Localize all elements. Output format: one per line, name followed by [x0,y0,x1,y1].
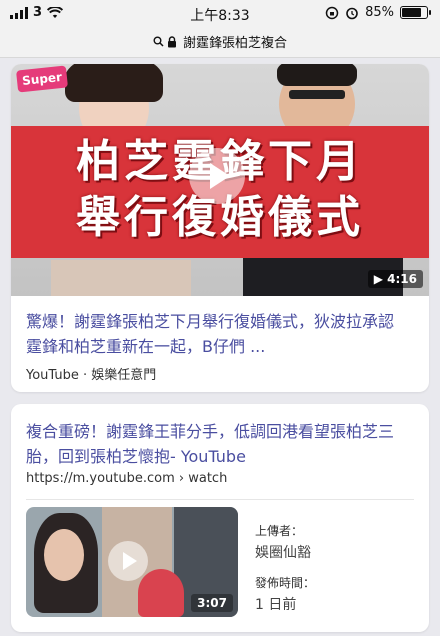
battery-percent: 85% [365,5,394,20]
uploader-name: 娛圈仙豁 [255,545,311,561]
address-bar[interactable]: 謝霆鋒張柏芝複合 [0,26,440,58]
thumb2-child [138,569,184,617]
address-query: 謝霆鋒張柏芝複合 [182,36,287,51]
play-small-icon: ▶ [373,272,388,286]
battery-icon [400,6,431,19]
result-source-1: YouTube · 娛樂任意門 [26,368,157,383]
result-title-2[interactable]: 複合重磅！謝霆鋒王菲分手，低調回港看望張柏芝三胎，回到張柏芝懷抱- YouTub… [26,419,416,469]
play-button-2[interactable] [108,541,148,581]
rotation-lock-icon [325,6,339,19]
result-url-2: https://m.youtube.com › watch [26,471,228,486]
result-title-1[interactable]: 驚爆！謝霆鋒張柏芝下月舉行復婚儀式，狄波拉承認霆鋒和柏芝重新在一起，B仔們 ..… [26,309,406,359]
search-result-video-1[interactable]: Super 柏芝霆鋒下月 舉行復婚儀式 ▶ 4:16 驚爆！謝霆鋒張柏芝下月舉行… [11,64,429,392]
video-thumbnail-1[interactable]: Super 柏芝霆鋒下月 舉行復婚儀式 ▶ 4:16 [11,64,429,296]
status-bar: 3 上午8:33 85% [0,0,440,26]
video-duration: ▶ 4:16 [367,270,423,288]
search-result-video-2[interactable]: 複合重磅！謝霆鋒王菲分手，低調回港看望張柏芝三胎，回到張柏芝懷抱- YouTub… [11,404,429,632]
video-duration-2: 3:07 [191,594,233,612]
status-right: 85% [325,5,431,20]
play-icon [210,163,230,189]
publish-time-label: 發佈時間： [255,576,316,590]
lock-icon [167,35,176,47]
play-button[interactable] [189,148,245,204]
video-thumbnail-2[interactable]: 3:07 [26,507,238,617]
duration-label: 4:16 [387,272,417,286]
divider [26,499,414,500]
publish-time: 1 日前 [255,597,297,613]
search-icon [153,36,164,47]
thumb2-left-skin [44,529,84,581]
play-icon-2 [123,552,137,570]
alarm-icon [346,7,358,19]
uploader-label: 上傳者： [255,524,304,538]
address-bar-icons [153,35,177,48]
